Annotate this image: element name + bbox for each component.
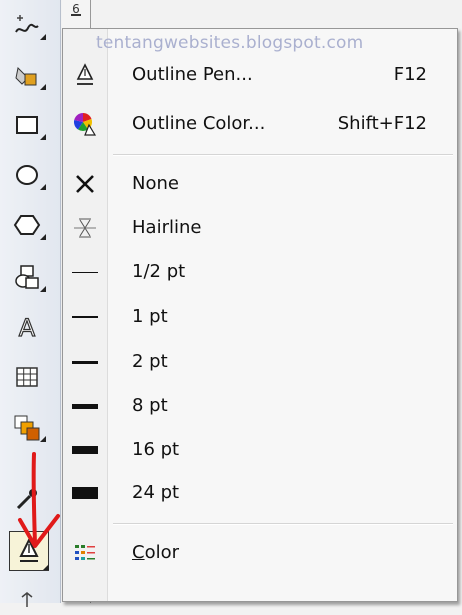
width-half-pt-label: 1/2 pt xyxy=(132,261,186,282)
width-none-label: None xyxy=(132,173,179,194)
ellipse-tool-icon[interactable] xyxy=(12,160,46,190)
menu-item-width-hairline[interactable]: Hairline xyxy=(63,208,457,248)
toolbox: A xyxy=(0,0,61,607)
interactive-tool-icon[interactable] xyxy=(12,412,46,442)
line-8pt-icon xyxy=(68,391,102,421)
color-wheel-icon xyxy=(68,109,102,139)
eyedropper-tool-icon[interactable] xyxy=(12,484,42,514)
basic-shapes-tool-icon[interactable] xyxy=(12,262,46,292)
line-half-pt-icon xyxy=(68,257,102,287)
menu-item-width-24pt[interactable]: 24 pt xyxy=(63,473,457,513)
menu-item-outline-pen[interactable]: Outline Pen... F12 xyxy=(63,55,457,95)
line-16pt-icon xyxy=(68,435,102,465)
width-16pt-label: 16 pt xyxy=(132,439,180,460)
menu-item-width-8pt[interactable]: 8 pt xyxy=(63,386,457,426)
line-2pt-icon xyxy=(68,347,102,377)
outline-pen-shortcut: F12 xyxy=(393,64,427,85)
none-x-icon xyxy=(68,169,102,199)
width-1pt-label: 1 pt xyxy=(132,306,168,327)
table-tool-icon[interactable] xyxy=(12,362,42,392)
hairline-icon xyxy=(68,213,102,243)
outline-flyout-menu: tentangwebsites.blogspot.com Outline Pen… xyxy=(62,28,458,602)
color-label: Color xyxy=(132,533,179,573)
ruler-label: 6 xyxy=(72,2,80,16)
menu-item-width-half-pt[interactable]: 1/2 pt xyxy=(63,252,457,292)
polygon-tool-icon[interactable] xyxy=(12,210,46,240)
color-label-rest: olor xyxy=(144,542,180,563)
rectangle-tool-icon[interactable] xyxy=(12,110,46,140)
menu-item-width-16pt[interactable]: 16 pt xyxy=(63,430,457,470)
menu-separator xyxy=(113,523,453,525)
line-24pt-icon xyxy=(68,478,102,508)
outline-pen-tool-icon[interactable] xyxy=(9,531,49,571)
smart-fill-tool-icon[interactable] xyxy=(12,60,46,90)
outline-pen-label: Outline Pen... xyxy=(132,64,253,85)
watermark: tentangwebsites.blogspot.com xyxy=(96,33,364,53)
menu-item-outline-color[interactable]: Outline Color... Shift+F12 xyxy=(63,104,457,144)
text-tool-icon[interactable]: A xyxy=(12,312,42,342)
width-hairline-label: Hairline xyxy=(132,217,202,238)
vertical-ruler: 6 xyxy=(62,0,91,30)
menu-item-color[interactable]: Color xyxy=(63,533,457,573)
outline-color-shortcut: Shift+F12 xyxy=(337,113,427,134)
menu-item-width-1pt[interactable]: 1 pt xyxy=(63,297,457,337)
color-docker-icon xyxy=(68,538,102,568)
color-label-mnemonic: C xyxy=(132,542,145,563)
freehand-tool-icon[interactable] xyxy=(12,10,46,40)
menu-item-width-none[interactable]: None xyxy=(63,164,457,204)
menu-item-width-2pt[interactable]: 2 pt xyxy=(63,342,457,382)
svg-text:A: A xyxy=(19,314,36,342)
line-1pt-icon xyxy=(68,302,102,332)
outline-color-label: Outline Color... xyxy=(132,113,266,134)
menu-separator xyxy=(113,154,453,156)
width-24pt-label: 24 pt xyxy=(132,482,180,503)
pick-tool-icon[interactable] xyxy=(12,585,42,607)
outline-pen-icon xyxy=(68,60,102,90)
width-8pt-label: 8 pt xyxy=(132,395,168,416)
width-2pt-label: 2 pt xyxy=(132,351,168,372)
